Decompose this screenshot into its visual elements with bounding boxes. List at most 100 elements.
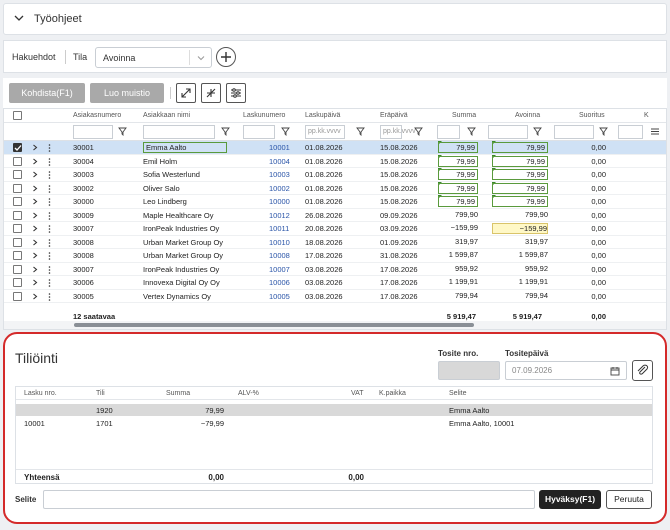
invoice-link[interactable]: 10006 xyxy=(269,278,290,287)
more-vertical-icon[interactable] xyxy=(48,171,51,179)
work-instructions-header[interactable]: Työohjeet xyxy=(3,3,667,35)
row-checkbox[interactable] xyxy=(13,210,22,220)
chevron-right-icon[interactable] xyxy=(32,198,38,205)
amount-value[interactable]: 79,99 xyxy=(438,169,478,180)
chevron-right-icon[interactable] xyxy=(32,266,38,273)
row-checkbox[interactable] xyxy=(13,170,22,179)
col-customer-no[interactable]: Asiakasnumero xyxy=(73,112,121,119)
chevron-right-icon[interactable] xyxy=(32,158,38,165)
calendar-icon[interactable] xyxy=(610,366,620,376)
chevron-right-icon[interactable] xyxy=(32,239,38,246)
invoice-link[interactable]: 10001 xyxy=(269,143,290,152)
chevron-right-icon[interactable] xyxy=(32,144,38,151)
posting-row[interactable]: 10001 1701 −79,99 Emma Aalto, 10001 xyxy=(16,417,652,429)
filter-icon[interactable] xyxy=(533,127,542,136)
open-filter[interactable] xyxy=(488,125,528,139)
open-value[interactable]: 79,99 xyxy=(492,169,548,180)
horizontal-scrollbar[interactable] xyxy=(4,321,666,329)
posting-account[interactable]: 1701 xyxy=(96,419,113,428)
more-vertical-icon[interactable] xyxy=(48,157,51,166)
filter-icon[interactable] xyxy=(118,127,127,136)
more-vertical-icon[interactable] xyxy=(48,279,51,287)
expand-button[interactable] xyxy=(176,83,196,103)
k-filter[interactable] xyxy=(618,125,643,139)
customer-no-filter[interactable] xyxy=(73,125,113,139)
more-vertical-icon[interactable] xyxy=(48,184,51,193)
row-checkbox[interactable] xyxy=(13,237,22,247)
more-vertical-icon[interactable] xyxy=(48,238,51,247)
invoice-no-filter[interactable] xyxy=(243,125,275,139)
row-checkbox[interactable] xyxy=(13,264,22,274)
row-checkbox[interactable] xyxy=(13,291,22,301)
more-vertical-icon[interactable] xyxy=(48,265,51,274)
row-checkbox[interactable] xyxy=(13,251,22,260)
allocate-button[interactable]: Kohdista(F1) xyxy=(9,83,85,103)
status-select[interactable]: Avoinna xyxy=(95,47,212,68)
invoice-link[interactable]: 10004 xyxy=(269,157,290,166)
amount-value[interactable]: 79,99 xyxy=(438,155,478,167)
approve-button[interactable]: Hyväksy(F1) xyxy=(539,490,601,509)
more-vertical-icon[interactable] xyxy=(48,144,51,152)
open-value[interactable]: 79,99 xyxy=(492,182,548,194)
table-row[interactable]: 30008 Urban Market Group Oy 10008 17.08.202… xyxy=(4,249,666,263)
filter-icon[interactable] xyxy=(599,127,608,136)
posting-amount[interactable]: 79,99 xyxy=(166,406,224,415)
col-amount[interactable]: Summa xyxy=(452,112,476,119)
posting-description[interactable]: Emma Aalto xyxy=(449,406,489,415)
table-row[interactable]: 30004 Emil Holm 10004 01.08.2026 15.08.2026 7… xyxy=(4,154,666,168)
more-vertical-icon[interactable] xyxy=(48,252,51,260)
filter-icon[interactable] xyxy=(414,127,423,136)
col-customer-name[interactable]: Asiakkaan nimi xyxy=(143,112,190,119)
select-all-checkbox[interactable] xyxy=(13,111,22,120)
filter-icon[interactable] xyxy=(221,127,230,136)
invoice-link[interactable]: 10002 xyxy=(269,184,290,193)
open-value[interactable]: 79,99 xyxy=(492,155,548,167)
col-open[interactable]: Avoinna xyxy=(515,112,540,119)
amount-value[interactable]: 79,99 xyxy=(438,142,478,153)
chevron-right-icon[interactable] xyxy=(32,279,38,286)
scrollbar-thumb[interactable] xyxy=(74,323,474,327)
voucher-no-field[interactable] xyxy=(438,361,500,380)
more-vertical-icon[interactable] xyxy=(48,198,51,206)
invoice-link[interactable]: 10005 xyxy=(269,292,290,301)
table-row[interactable]: 30008 Urban Market Group Oy 10010 18.08.202… xyxy=(4,236,666,249)
create-memo-button[interactable]: Luo muistio xyxy=(90,83,164,103)
col-invoice-date[interactable]: Laskupäivä xyxy=(305,112,340,119)
table-row[interactable]: 30007 IronPeak Industries Oy 10007 03.08.20… xyxy=(4,263,666,276)
row-checkbox[interactable] xyxy=(13,197,22,206)
table-row[interactable]: 30009 Maple Healthcare Oy 10012 26.08.2026 0… xyxy=(4,209,666,222)
customer-name[interactable]: Emma Aalto xyxy=(143,142,227,153)
chevron-right-icon[interactable] xyxy=(32,225,38,232)
row-checkbox[interactable] xyxy=(13,183,22,193)
more-vertical-icon[interactable] xyxy=(48,225,51,233)
amount-filter[interactable] xyxy=(437,125,460,139)
row-checkbox[interactable] xyxy=(13,224,22,233)
col-due-date[interactable]: Eräpäivä xyxy=(380,112,408,119)
menu-icon[interactable] xyxy=(650,127,660,136)
invoice-date-filter[interactable]: pp.kk.vvvv xyxy=(305,125,345,139)
more-vertical-icon[interactable] xyxy=(48,211,51,220)
column-settings-button[interactable] xyxy=(226,83,246,103)
filter-icon[interactable] xyxy=(356,127,365,136)
chevron-right-icon[interactable] xyxy=(32,212,38,219)
open-value[interactable]: −159,99 xyxy=(492,223,548,234)
chevron-right-icon[interactable] xyxy=(32,293,38,300)
cancel-button[interactable]: Peruuta xyxy=(606,490,652,509)
col-k[interactable]: K xyxy=(644,112,649,119)
filter-icon[interactable] xyxy=(281,127,290,136)
col-payment[interactable]: Suoritus xyxy=(579,112,605,119)
table-row[interactable]: 30007 IronPeak Industries Oy 10011 20.08.20… xyxy=(4,222,666,236)
description-input[interactable] xyxy=(43,490,535,509)
chevron-right-icon[interactable] xyxy=(32,185,38,192)
posting-description[interactable]: Emma Aalto, 10001 xyxy=(449,419,514,428)
more-vertical-icon[interactable] xyxy=(48,292,51,301)
invoice-link[interactable]: 10010 xyxy=(269,238,290,247)
open-value[interactable]: 79,99 xyxy=(492,142,548,153)
row-checkbox[interactable] xyxy=(13,278,22,287)
table-row[interactable]: 30002 Oliver Salo 10002 01.08.2026 15.08.202… xyxy=(4,181,666,195)
posting-amount[interactable]: −79,99 xyxy=(166,419,224,428)
row-checkbox[interactable] xyxy=(13,143,22,152)
posting-row[interactable]: 1920 79,99 Emma Aalto xyxy=(16,404,652,416)
table-row[interactable]: 30006 Innovexa Digital Oy Oy 10006 03.08.20… xyxy=(4,276,666,290)
posting-account[interactable]: 1920 xyxy=(96,406,113,415)
